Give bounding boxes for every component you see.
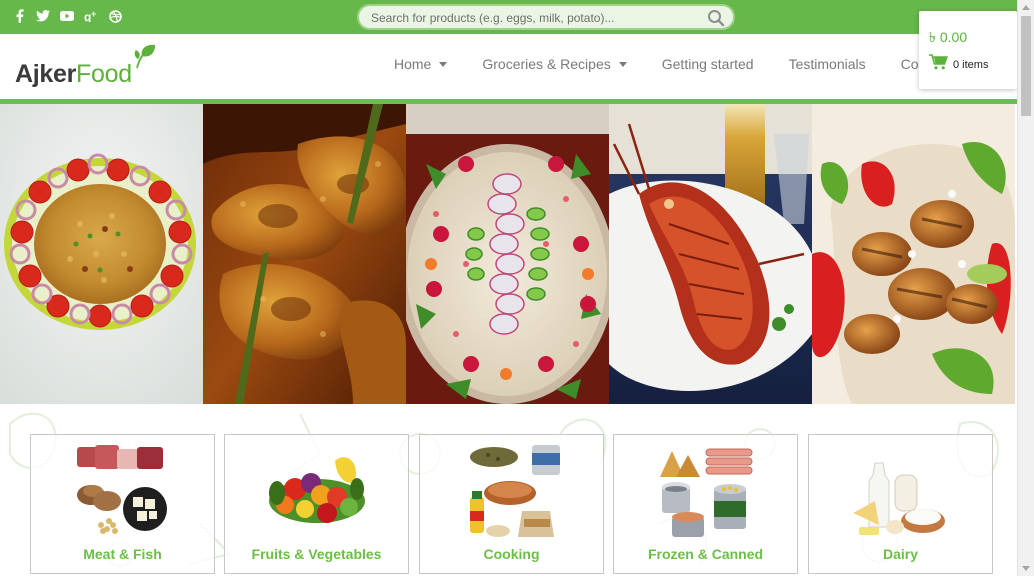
- category-label: Cooking: [483, 546, 540, 562]
- main-nav: Home Groceries & Recipes Getting started…: [394, 56, 984, 72]
- cart-item-count: 0 items: [953, 59, 989, 71]
- meat-fish-image: [71, 441, 174, 541]
- category-card-cooking[interactable]: Cooking: [419, 434, 604, 574]
- category-label: Fruits & Vegetables: [251, 546, 382, 562]
- category-card-dairy[interactable]: Dairy: [808, 434, 993, 574]
- chevron-down-icon: [439, 61, 448, 67]
- hero-photo-strip: [0, 104, 1017, 404]
- page: g+ AjkerFood Home Groceries & Recipes Ge…: [0, 0, 1034, 576]
- category-card-meat-fish[interactable]: Meat & Fish: [30, 434, 215, 574]
- cart-total: ৳ 0.00: [929, 29, 968, 45]
- nav-groceries-recipes[interactable]: Groceries & Recipes: [482, 56, 627, 72]
- search-input[interactable]: [371, 9, 701, 27]
- nav-getting-started-label: Getting started: [661, 56, 754, 72]
- shopping-cart-icon: [929, 54, 948, 75]
- vertical-scrollbar[interactable]: [1017, 0, 1034, 576]
- hero-photo-lobster: [609, 104, 812, 404]
- category-label: Frozen & Canned: [647, 546, 764, 562]
- hero-photo-decorated-pulao: [406, 104, 609, 404]
- nav-testimonials-label: Testimonials: [788, 56, 866, 72]
- nav-groceries-label: Groceries & Recipes: [482, 56, 611, 72]
- search-icon[interactable]: [707, 9, 725, 27]
- chevron-down-icon: [618, 61, 627, 67]
- scroll-down-arrow-icon[interactable]: [1022, 566, 1030, 571]
- nav-getting-started[interactable]: Getting started: [662, 56, 754, 72]
- hero-photo-biryani: [0, 104, 203, 404]
- nav-home[interactable]: Home: [394, 56, 448, 72]
- google-plus-icon[interactable]: g +: [84, 9, 98, 23]
- social-links: g +: [12, 9, 122, 23]
- site-logo[interactable]: AjkerFood: [15, 44, 165, 90]
- category-card-fruits-vegetables[interactable]: Fruits & Vegetables: [224, 434, 409, 574]
- top-bar: g +: [0, 0, 1034, 34]
- category-card-frozen-canned[interactable]: Frozen & Canned: [613, 434, 798, 574]
- fruits-vegetables-image: [265, 441, 368, 541]
- scrollbar-thumb[interactable]: [1021, 16, 1031, 116]
- frozen-canned-image: [654, 441, 757, 541]
- facebook-icon[interactable]: [12, 9, 26, 23]
- leaf-icon: [133, 44, 157, 75]
- category-label: Dairy: [882, 546, 919, 562]
- logo-text: AjkerFood: [15, 60, 132, 89]
- logo-part-food: Food: [76, 60, 132, 88]
- logo-part-ajker: Ajker: [15, 60, 77, 88]
- youtube-icon[interactable]: [60, 9, 74, 23]
- site-header: AjkerFood Home Groceries & Recipes Getti…: [0, 34, 1034, 100]
- hero-photo-grilled-chicken: [812, 104, 1015, 404]
- dairy-image: [849, 441, 952, 541]
- cart-widget[interactable]: ৳ 0.00 0 items: [919, 11, 1017, 89]
- search-box: [357, 4, 735, 30]
- nav-testimonials[interactable]: Testimonials: [789, 56, 866, 72]
- hero-photo-fish-curry: [203, 104, 406, 404]
- dribbble-icon[interactable]: [108, 9, 122, 23]
- category-label: Meat & Fish: [83, 546, 162, 562]
- scroll-up-arrow-icon[interactable]: [1022, 5, 1030, 10]
- svg-text:+: +: [91, 10, 96, 19]
- cooking-image: [460, 441, 563, 541]
- nav-home-label: Home: [394, 56, 432, 72]
- twitter-icon[interactable]: [36, 9, 50, 23]
